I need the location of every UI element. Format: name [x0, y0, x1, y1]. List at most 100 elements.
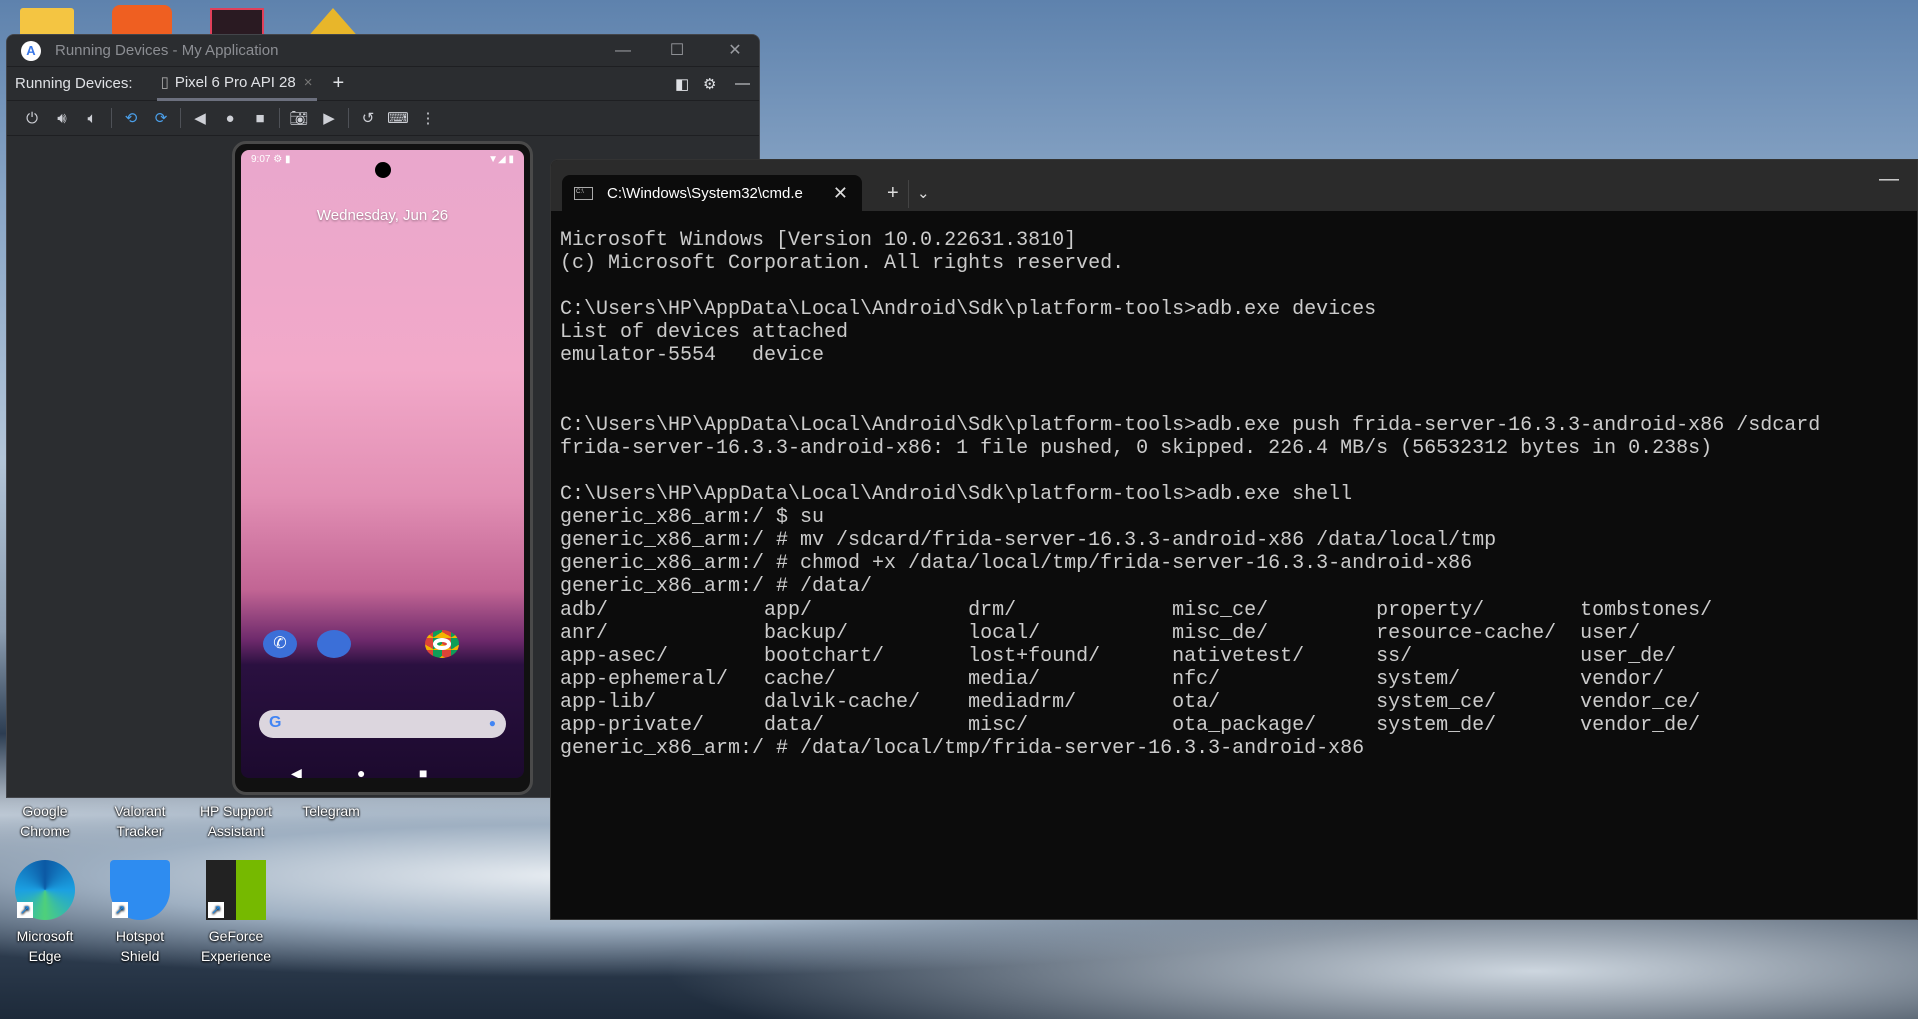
emulator-screen[interactable]: 9:07 ⚙ ▮ ▼◢ ▮ Wednesday, Jun 26 ✆ G ● ◀ …: [241, 150, 524, 778]
terminal-line: generic_x86_arm:/ $ su: [560, 506, 825, 530]
home-date: Wednesday, Jun 26: [316, 207, 449, 224]
settings-status-icon: ⚙ ▮: [273, 154, 291, 165]
title-bar: A Running Devices - My Application — ☐ ✕: [7, 35, 759, 67]
terminal-line: generic_x86_arm:/ # /data/local/tmp/frid…: [560, 737, 1365, 761]
icon-label: Experience: [200, 948, 272, 964]
terminal-line: emulator-5554 device: [560, 344, 825, 368]
terminal-line: app-private/ data/ misc/ ota_package/ sy…: [560, 713, 1701, 737]
terminal-line: Microsoft Windows [Version 10.0.22631.38…: [560, 229, 1077, 252]
rotate-left-icon[interactable]: ⟲: [116, 109, 146, 127]
more-options-icon[interactable]: ⋮: [413, 109, 443, 127]
terminal-tab-bar: C:\ C:\Windows\System32\cmd.e ✕ + ⌄ —: [551, 160, 1917, 211]
nav-recents-icon[interactable]: ■: [419, 765, 427, 778]
divider: [908, 180, 909, 208]
emulator-toolbar: ⏻ 🔊︎ 🔈︎ ⟲ ⟳ ◀ ● ■ 📷︎ ▶ ↺ ⌨ ⋮: [7, 101, 759, 136]
desktop-icon-hotspot-shield[interactable]: ↗ Hotspot Shield: [92, 860, 188, 966]
new-tab-button[interactable]: +: [887, 182, 899, 205]
terminal-line: generic_x86_arm:/ # mv /sdcard/frida-ser…: [560, 529, 1497, 553]
divider: [348, 108, 349, 128]
running-devices-bar: Running Devices: ▯ Pixel 6 Pro API 28 × …: [7, 67, 759, 101]
terminal-line: app-ephemeral/ cache/ media/ nfc/ system…: [560, 667, 1665, 691]
terminal-line: generic_x86_arm:/ # chmod +x /data/local…: [560, 552, 1473, 576]
terminal-line: anr/ backup/ local/ misc_de/ resource-ca…: [560, 621, 1641, 645]
device-tab-pixel-6-pro[interactable]: ▯ Pixel 6 Pro API 28 ×: [156, 67, 317, 101]
icon-label: GeForce: [208, 928, 264, 944]
nav-back-icon[interactable]: ◀: [291, 765, 302, 778]
add-device-button[interactable]: +: [333, 72, 345, 95]
terminal-output[interactable]: Microsoft Windows [Version 10.0.22631.38…: [551, 211, 1917, 760]
device-icon: ▯: [160, 74, 169, 91]
cmd-icon: C:\: [574, 186, 593, 200]
icon-label: HP Support: [199, 803, 273, 819]
shortcut-arrow-icon: ↗: [112, 902, 128, 918]
desktop-icon-valorant-tracker[interactable]: Valorant Tracker: [92, 801, 188, 841]
terminal-line: app-lib/ dalvik-cache/ mediadrm/ ota/ sy…: [560, 690, 1701, 714]
icon-label: Microsoft: [16, 928, 74, 944]
layout-icon[interactable]: ◧: [675, 75, 689, 93]
desktop-icon-geforce-experience[interactable]: ↗ GeForce Experience: [188, 860, 284, 966]
back-icon[interactable]: ◀: [185, 109, 215, 127]
device-tab-label: Pixel 6 Pro API 28: [174, 73, 296, 91]
nav-home-icon[interactable]: ●: [357, 765, 365, 778]
google-logo-icon: G: [269, 714, 282, 731]
snapshot-icon[interactable]: ↺: [353, 109, 383, 127]
chrome-app-icon[interactable]: [425, 630, 459, 658]
rotate-right-icon[interactable]: ⟳: [146, 109, 176, 127]
messages-app-icon[interactable]: [317, 630, 351, 658]
icon-label: Google: [22, 803, 68, 819]
close-button[interactable]: ✕: [715, 35, 755, 67]
minimize-button[interactable]: —: [603, 35, 643, 67]
phone-app-icon[interactable]: ✆: [263, 630, 297, 658]
terminal-line: List of devices attached: [560, 321, 849, 345]
divider: [111, 108, 112, 128]
close-tab-icon[interactable]: ×: [304, 74, 313, 91]
terminal-line: generic_x86_arm:/ # /data/: [560, 575, 873, 599]
desktop-icon-hp-support[interactable]: HP Support Assistant: [188, 801, 284, 841]
icon-label: Tracker: [116, 823, 164, 839]
volume-down-icon[interactable]: 🔈︎: [77, 110, 107, 127]
minimize-button[interactable]: —: [1879, 168, 1899, 191]
icon-label: Shield: [120, 948, 160, 964]
android-studio-logo-icon: A: [21, 40, 41, 61]
camera-cutout: [374, 162, 391, 178]
desktop-icon-telegram[interactable]: Telegram: [283, 801, 379, 821]
terminal-line: (c) Microsoft Corporation. All rights re…: [560, 252, 1125, 276]
hide-panel-icon[interactable]: —: [735, 75, 750, 92]
icon-label: Assistant: [207, 823, 265, 839]
assistant-icon[interactable]: ●: [489, 716, 496, 730]
wifi-battery-icon: ▼◢ ▮: [488, 154, 514, 165]
overview-icon[interactable]: ■: [245, 110, 275, 127]
edge-icon: ↗: [15, 860, 75, 920]
video-record-icon[interactable]: ▶: [314, 109, 344, 127]
google-search-bar[interactable]: G ●: [259, 710, 506, 738]
power-icon[interactable]: ⏻: [17, 110, 47, 127]
volume-up-icon[interactable]: 🔊︎: [47, 110, 77, 127]
camera-icon[interactable]: 📷︎: [284, 109, 314, 127]
gear-icon[interactable]: ⚙: [703, 75, 716, 93]
terminal-line: adb/ app/ drm/ misc_ce/ property/ tombst…: [560, 598, 1713, 622]
shortcut-arrow-icon: ↗: [208, 902, 224, 918]
emulator-device-frame: 9:07 ⚙ ▮ ▼◢ ▮ Wednesday, Jun 26 ✆ G ● ◀ …: [232, 141, 533, 795]
window-title: Running Devices - My Application: [55, 42, 279, 59]
running-devices-label: Running Devices:: [15, 75, 133, 92]
shortcut-arrow-icon: ↗: [17, 902, 33, 918]
terminal-line: app-asec/ bootchart/ lost+found/ nativet…: [560, 644, 1677, 668]
terminal-tab-cmd[interactable]: C:\ C:\Windows\System32\cmd.e ✕: [562, 175, 862, 211]
close-tab-icon[interactable]: ✕: [833, 183, 848, 204]
keyboard-icon[interactable]: ⌨: [383, 109, 413, 127]
terminal-line: C:\Users\HP\AppData\Local\Android\Sdk\pl…: [560, 298, 1377, 322]
icon-label: Edge: [28, 948, 62, 964]
home-icon[interactable]: ●: [215, 110, 245, 127]
terminal-line: C:\Users\HP\AppData\Local\Android\Sdk\pl…: [560, 483, 1353, 507]
desktop-icon-microsoft-edge[interactable]: ↗ Microsoft Edge: [0, 860, 93, 966]
maximize-button[interactable]: ☐: [657, 35, 697, 67]
status-time: 9:07: [251, 154, 271, 165]
divider: [180, 108, 181, 128]
desktop-icon-google-chrome[interactable]: Google Chrome: [0, 801, 93, 841]
nvidia-icon: ↗: [206, 860, 266, 920]
dropdown-chevron-icon[interactable]: ⌄: [917, 184, 930, 202]
icon-label: Valorant: [114, 803, 166, 819]
terminal-line: frida-server-16.3.3-android-x86: 1 file …: [560, 436, 1713, 460]
